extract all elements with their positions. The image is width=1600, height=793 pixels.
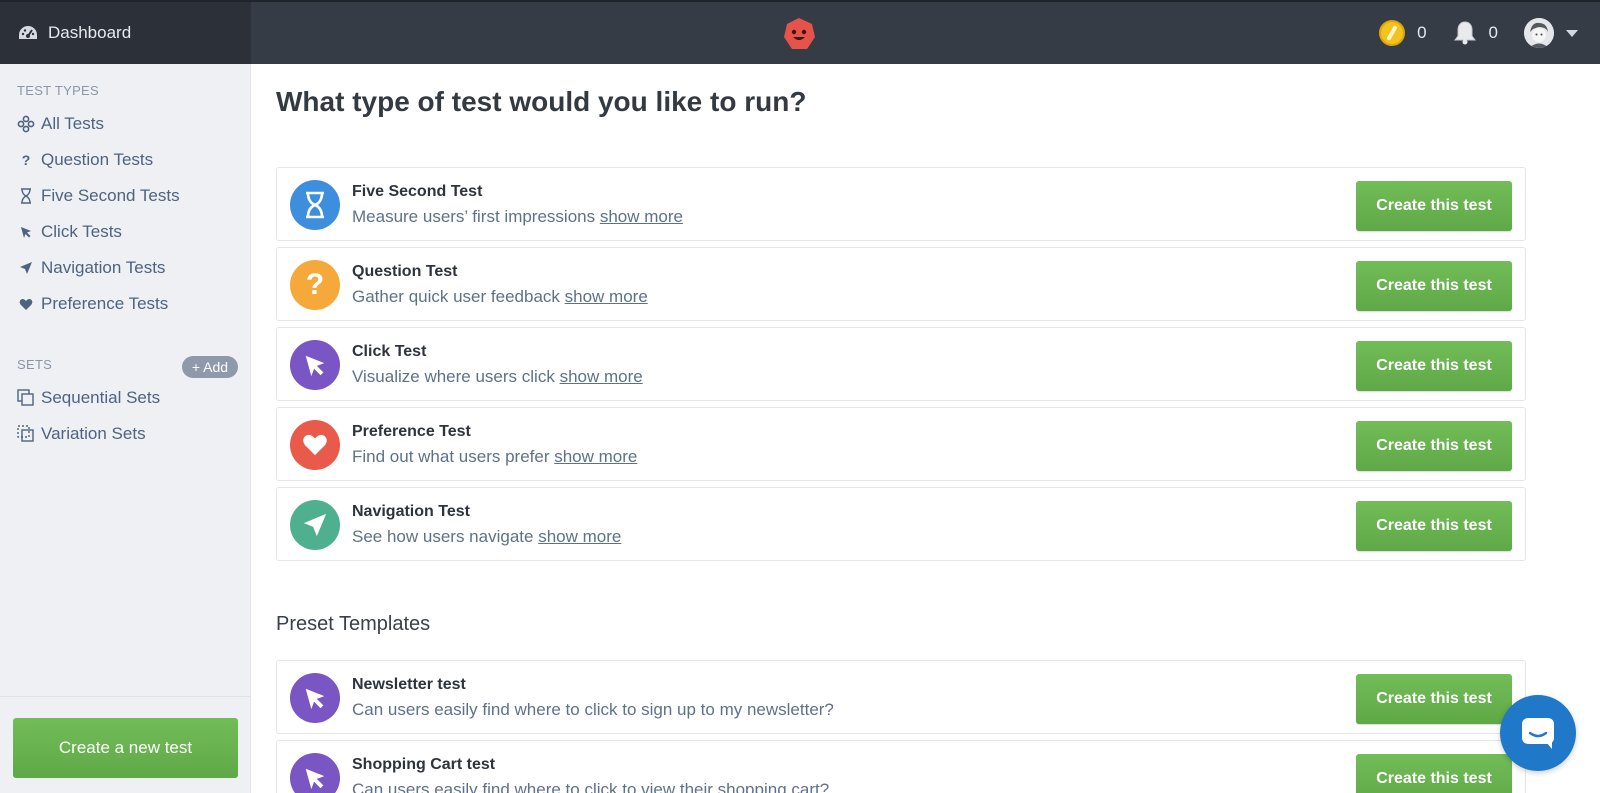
create-navigation-test-button[interactable]: Create this test [1356, 501, 1512, 551]
credits-coin-icon [1379, 20, 1406, 46]
cursor-icon [290, 753, 340, 793]
sidebar-item-label: Preference Tests [41, 294, 169, 313]
create-five-second-test-button[interactable]: Create this test [1356, 181, 1512, 231]
sidebar-item-label: Navigation Tests [41, 258, 166, 277]
navigation-arrow-icon [290, 500, 340, 550]
test-description: Gather quick user feedback show more [352, 287, 648, 307]
notifications-count: 0 [1488, 23, 1498, 42]
sidebar-footer: Create a new test [0, 696, 251, 793]
test-title: Click Test [352, 343, 427, 360]
sidebar-item-five-second-tests[interactable]: Five Second Tests [17, 186, 180, 206]
sets-heading: SETS [17, 357, 53, 372]
description-text: Visualize where users click [352, 367, 555, 386]
top-bar: Dashboard 0 0 [0, 0, 1600, 64]
sidebar-item-label: Sequential Sets [41, 388, 161, 407]
dashboard-label: Dashboard [48, 23, 132, 42]
chat-icon [1522, 718, 1554, 749]
create-new-test-button[interactable]: Create a new test [13, 718, 238, 778]
user-avatar[interactable] [1524, 18, 1554, 48]
test-card-question: ? Question Test Gather quick user feedba… [276, 247, 1526, 321]
description-text: Gather quick user feedback [352, 287, 560, 306]
sidebar-item-variation-sets[interactable]: Variation Sets [17, 424, 146, 444]
description-text: See how users navigate [352, 527, 534, 546]
chat-launcher-button[interactable] [1500, 695, 1576, 771]
heart-icon [17, 295, 35, 313]
sidebar-item-label: Question Tests [41, 150, 154, 169]
question-icon: ? [21, 152, 31, 168]
description-text: Find out what users prefer [352, 447, 550, 466]
topbar-right: 0 0 [1379, 2, 1600, 64]
preset-description: Can users easily find where to click to … [352, 700, 834, 719]
test-card-click: Click Test Visualize where users click s… [276, 327, 1526, 401]
sidebar-item-sequential-sets[interactable]: Sequential Sets [17, 388, 160, 408]
show-more-link[interactable]: show more [565, 287, 648, 306]
show-more-link[interactable]: show more [560, 367, 643, 386]
notifications-indicator[interactable]: 0 [1453, 20, 1498, 46]
test-title: Five Second Test [352, 183, 483, 200]
sidebar-item-label: Five Second Tests [41, 186, 180, 205]
cursor-icon [290, 340, 340, 390]
preset-templates-heading: Preset Templates [276, 613, 431, 635]
all-tests-icon [17, 115, 35, 133]
notification-bell-icon [1453, 21, 1476, 45]
show-more-link[interactable]: show more [538, 527, 621, 546]
preset-title: Shopping Cart test [352, 756, 496, 773]
test-description: Measure users’ first impressions show mo… [352, 207, 683, 227]
page-title: What type of test would you like to run? [276, 86, 807, 117]
show-more-link[interactable]: show more [600, 207, 683, 226]
test-description: Visualize where users click show more [352, 367, 643, 387]
test-card-navigation: Navigation Test See how users navigate s… [276, 487, 1526, 561]
show-more-link[interactable]: show more [554, 447, 637, 466]
sidebar-item-question-tests[interactable]: ? Question Tests [17, 150, 153, 170]
test-card-preference: Preference Test Find out what users pref… [276, 407, 1526, 481]
hourglass-icon [290, 180, 340, 230]
sidebar: TEST TYPES All Tests ? Question Tests Fi… [0, 64, 251, 793]
test-title: Navigation Test [352, 503, 470, 520]
test-title: Preference Test [352, 423, 471, 440]
variation-sets-icon [17, 425, 35, 443]
sequential-sets-icon [17, 389, 35, 407]
hourglass-icon [17, 187, 35, 205]
navigation-arrow-icon [17, 259, 35, 277]
test-description: Find out what users prefer show more [352, 447, 637, 467]
sidebar-item-navigation-tests[interactable]: Navigation Tests [17, 258, 165, 278]
create-preference-test-button[interactable]: Create this test [1356, 421, 1512, 471]
dashboard-gauge-icon [19, 26, 37, 39]
add-set-button[interactable]: + Add [182, 356, 238, 378]
description-text: Measure users’ first impressions [352, 207, 596, 226]
sidebar-item-label: Click Tests [41, 222, 122, 241]
test-card-five-second: Five Second Test Measure users’ first im… [276, 167, 1526, 241]
credits-count: 0 [1417, 23, 1427, 42]
sidebar-item-click-tests[interactable]: Click Tests [17, 222, 122, 242]
heart-icon [290, 420, 340, 470]
app-logo-icon[interactable] [781, 16, 817, 52]
sidebar-item-preference-tests[interactable]: Preference Tests [17, 294, 168, 314]
question-icon: ? [290, 260, 340, 310]
cursor-icon [17, 223, 35, 241]
dashboard-link[interactable]: Dashboard [0, 2, 251, 64]
avatar-face-icon [1524, 18, 1554, 48]
test-description: See how users navigate show more [352, 527, 621, 547]
create-newsletter-test-button[interactable]: Create this test [1356, 674, 1512, 724]
credits-indicator[interactable]: 0 [1379, 20, 1427, 46]
user-menu-caret-icon[interactable] [1566, 29, 1578, 37]
preset-title: Newsletter test [352, 676, 466, 693]
create-question-test-button[interactable]: Create this test [1356, 261, 1512, 311]
sidebar-item-all-tests[interactable]: All Tests [17, 114, 104, 134]
create-click-test-button[interactable]: Create this test [1356, 341, 1512, 391]
test-types-heading: TEST TYPES [17, 83, 99, 98]
sidebar-item-label: All Tests [41, 114, 104, 133]
test-title: Question Test [352, 263, 458, 280]
preset-description: Can users easily find where to click to … [352, 780, 830, 793]
cursor-icon [290, 673, 340, 723]
preset-card-newsletter: Newsletter test Can users easily find wh… [276, 660, 1526, 734]
create-shopping-cart-test-button[interactable]: Create this test [1356, 754, 1512, 793]
sidebar-item-label: Variation Sets [41, 424, 146, 443]
preset-card-shopping-cart: Shopping Cart test Can users easily find… [276, 740, 1526, 793]
